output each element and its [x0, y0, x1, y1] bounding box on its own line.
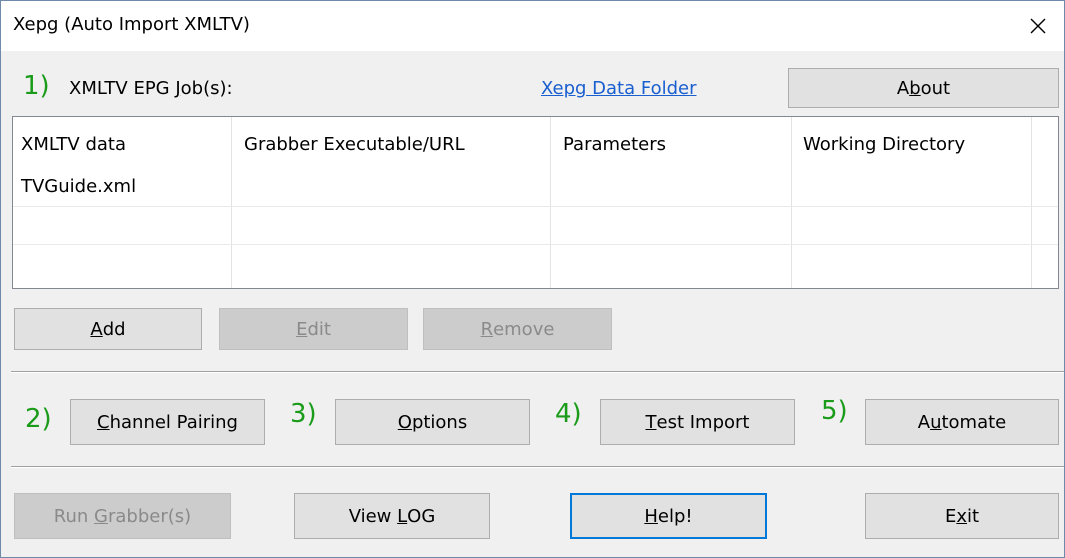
add-button[interactable]: Add — [14, 308, 202, 350]
table-cell-xmltv-data: TVGuide.xml — [21, 176, 137, 197]
step-3-label: 3) — [290, 399, 317, 429]
close-icon — [1030, 18, 1046, 34]
automate-button[interactable]: Au tomate — [865, 399, 1059, 445]
view-log-button[interactable]: View L OG — [294, 493, 490, 539]
title-bar: Xepg (Auto Import XMLTV) — [1, 1, 1064, 51]
column-header-working-directory[interactable]: Working Directory — [803, 134, 965, 155]
jobs-table[interactable]: XMLTV data Grabber Executable/URL Parame… — [12, 116, 1059, 289]
table-row[interactable] — [13, 245, 1058, 288]
step-1-label: 1) — [23, 71, 50, 101]
test-import-button[interactable]: Test Import — [600, 399, 795, 445]
app-window: Xepg (Auto Import XMLTV) 1) XMLTV EPG Jo… — [0, 0, 1065, 558]
jobs-label: XMLTV EPG Job(s): — [69, 78, 233, 99]
about-button[interactable]: Ab out — [788, 68, 1059, 108]
table-row[interactable]: TVGuide.xml — [13, 170, 1058, 206]
options-button[interactable]: Options — [335, 399, 530, 445]
remove-button[interactable]: Remove — [423, 308, 612, 350]
channel-pairing-button[interactable]: Channel Pairing — [70, 399, 265, 445]
data-folder-link[interactable]: Xepg Data Folder — [541, 78, 697, 99]
close-button[interactable] — [1012, 1, 1064, 51]
help-button[interactable]: Help! — [570, 493, 767, 539]
window-title: Xepg (Auto Import XMLTV) — [13, 14, 250, 35]
column-header-grabber[interactable]: Grabber Executable/URL — [244, 134, 465, 155]
run-grabbers-button[interactable]: Run Grabber(s) — [14, 493, 231, 539]
column-header-parameters[interactable]: Parameters — [563, 134, 666, 155]
step-2-label: 2) — [25, 404, 52, 434]
edit-button[interactable]: Edit — [219, 308, 408, 350]
step-4-label: 4) — [555, 399, 582, 429]
step-5-label: 5) — [821, 396, 848, 426]
column-header-xmltv-data[interactable]: XMLTV data — [21, 134, 126, 155]
exit-button[interactable]: Ex it — [865, 493, 1059, 539]
table-row[interactable] — [13, 207, 1058, 244]
